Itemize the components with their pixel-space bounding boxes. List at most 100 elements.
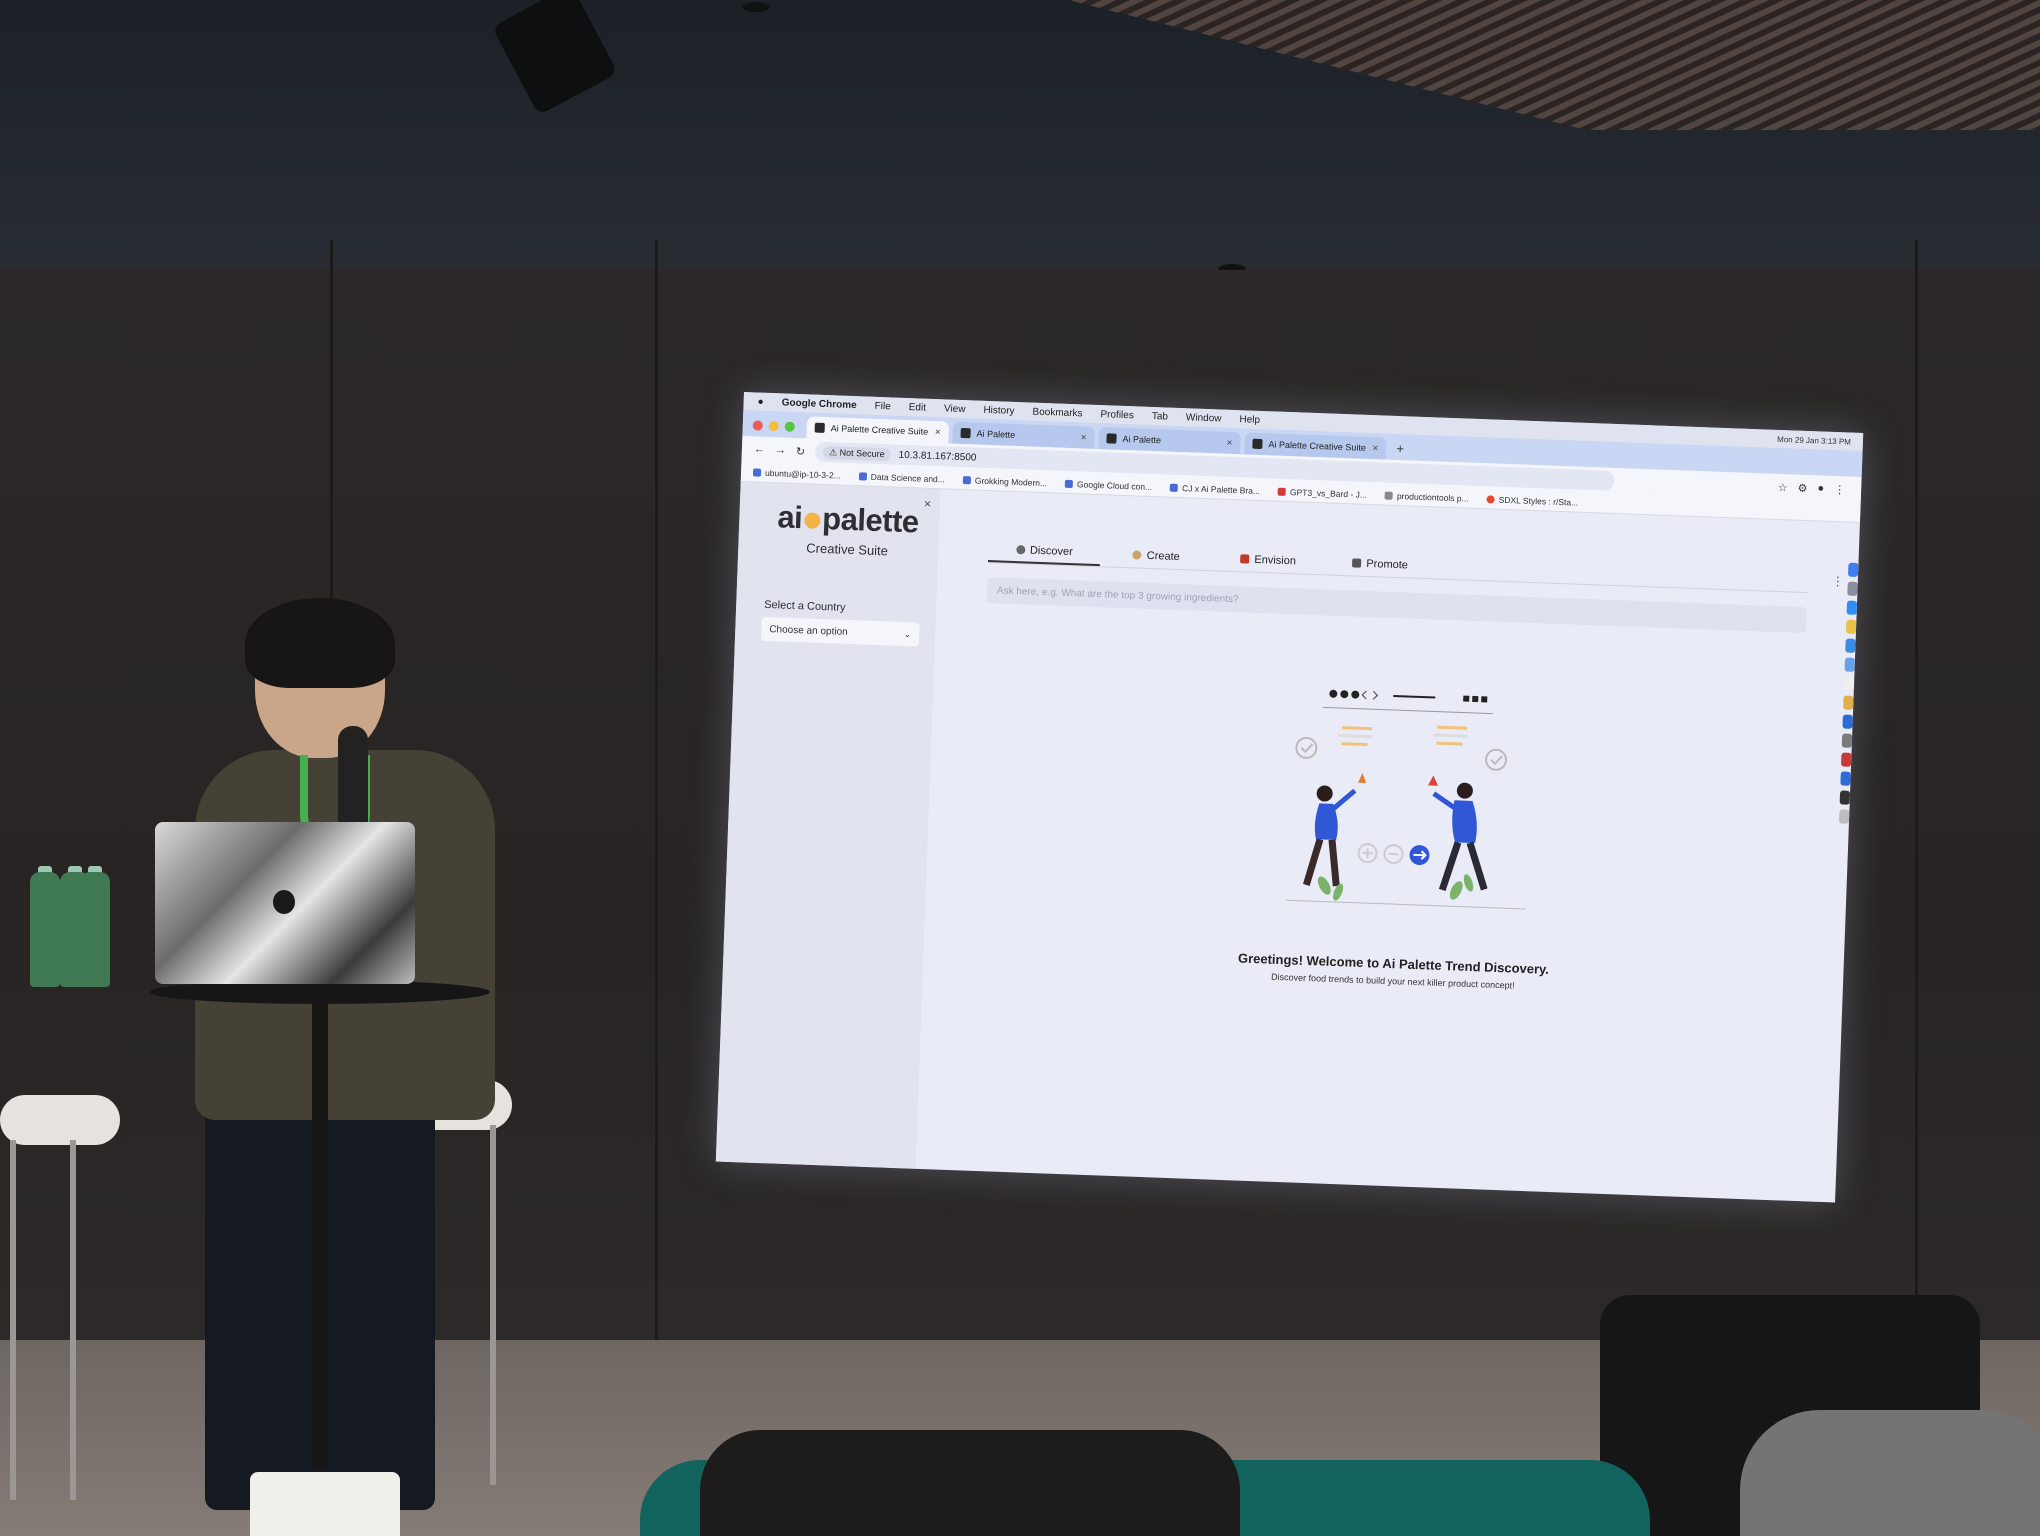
bookmark-item[interactable]: Grokking Modern... xyxy=(962,475,1048,488)
tab-close-icon[interactable]: × xyxy=(1081,432,1087,443)
tab-favicon-icon xyxy=(814,422,825,433)
microphone xyxy=(338,726,368,831)
tab-promote[interactable]: Promote xyxy=(1324,549,1437,578)
logo-text-left: ai xyxy=(776,499,803,536)
stool-leg xyxy=(10,1140,16,1500)
browser-mockup-icon xyxy=(1322,689,1493,715)
presenter-hair xyxy=(245,598,395,688)
tab-envision[interactable]: Envision xyxy=(1212,545,1325,574)
bookmark-icon xyxy=(1169,483,1179,492)
bar-stool xyxy=(0,1095,120,1145)
bookmark-label: SDXL Styles : r/Sta... xyxy=(1498,494,1579,508)
main-more-icon[interactable]: ⋮ xyxy=(1832,574,1845,588)
safari-icon[interactable] xyxy=(1846,600,1858,615)
tab-discover[interactable]: Discover xyxy=(987,537,1101,567)
tab-close-icon[interactable]: × xyxy=(1226,437,1232,448)
tab-label: Envision xyxy=(1254,553,1297,567)
tab-close-icon[interactable]: × xyxy=(935,427,941,438)
app-icon[interactable] xyxy=(1841,752,1852,767)
tab-label: Discover xyxy=(1029,544,1073,558)
not-secure-badge[interactable]: ⚠ Not Secure xyxy=(822,445,891,461)
wall-seam xyxy=(1915,240,1918,1360)
tab-title: Ai Palette xyxy=(1122,433,1162,446)
calendar-icon[interactable] xyxy=(1844,657,1856,672)
settings-icon[interactable] xyxy=(1841,733,1853,748)
menu-bookmarks[interactable]: Bookmarks xyxy=(1032,406,1082,419)
tab-close-icon[interactable]: × xyxy=(1372,443,1378,454)
toolbar-actions: ☆ ⚙ ● ⋮ xyxy=(1778,480,1862,496)
menu-window[interactable]: Window xyxy=(1186,412,1222,424)
menu-profiles[interactable]: Profiles xyxy=(1100,409,1134,421)
forward-arrow-icon[interactable]: → xyxy=(775,444,786,456)
minimize-window-icon[interactable] xyxy=(768,420,779,432)
reddit-icon xyxy=(1486,494,1495,504)
mail-icon[interactable] xyxy=(1845,638,1856,653)
tab-favicon-icon xyxy=(1106,433,1117,444)
tab-title: Ai Palette Creative Suite xyxy=(830,423,929,437)
country-select-value: Choose an option xyxy=(769,623,848,638)
app-store-icon[interactable] xyxy=(1842,714,1853,729)
app-menu[interactable]: Google Chrome xyxy=(781,397,856,411)
kebab-menu-icon[interactable]: ⋮ xyxy=(1834,483,1845,496)
apple-menu-icon[interactable]: ● xyxy=(757,396,763,407)
wall-seam xyxy=(655,240,658,1360)
zoom-window-icon[interactable] xyxy=(784,421,795,432)
bookmark-icon xyxy=(962,475,972,484)
menu-file[interactable]: File xyxy=(874,400,891,412)
bookmark-label: Google Cloud con... xyxy=(1076,478,1153,492)
bookmark-item[interactable]: productiontools p... xyxy=(1384,490,1469,503)
menu-view[interactable]: View xyxy=(944,403,966,415)
bookmark-item[interactable]: ubuntu@ip-10-3-2... xyxy=(752,467,841,481)
notes-icon[interactable] xyxy=(1843,676,1855,691)
bookmark-item[interactable]: GPT3_vs_Bard - J... xyxy=(1277,486,1367,499)
extensions-icon[interactable]: ⚙ xyxy=(1797,481,1807,494)
bookmark-label: ubuntu@ip-10-3-2... xyxy=(764,467,841,481)
reload-icon[interactable]: ↻ xyxy=(796,444,806,457)
apple-logo xyxy=(273,890,295,914)
bookmark-label: Data Science and... xyxy=(870,471,946,484)
country-label: Select a Country xyxy=(763,598,846,614)
logo-subtitle: Creative Suite xyxy=(806,540,889,559)
document-icon xyxy=(1384,491,1394,500)
close-window-icon[interactable] xyxy=(752,420,763,431)
profile-icon[interactable]: ● xyxy=(1817,482,1824,495)
bookmark-icon xyxy=(858,471,867,481)
bookmark-icon xyxy=(1277,487,1287,496)
bookmark-item[interactable]: SDXL Styles : r/Sta... xyxy=(1486,494,1579,508)
country-select[interactable]: Choose an option ⌄ xyxy=(760,616,920,647)
chrome-icon[interactable] xyxy=(1845,619,1857,634)
bookmark-item[interactable]: CJ x Ai Palette Bra... xyxy=(1169,482,1260,495)
launchpad-icon[interactable] xyxy=(1847,581,1858,596)
ceiling-sprinkler xyxy=(742,2,770,12)
url-text[interactable]: 10.3.81.167:8500 xyxy=(898,449,976,463)
vscode-icon[interactable] xyxy=(1840,771,1851,786)
menubar-clock[interactable]: Mon 29 Jan 3:13 PM xyxy=(1777,434,1863,446)
flag-icon xyxy=(1352,558,1362,568)
star-icon[interactable]: ☆ xyxy=(1778,480,1788,493)
chevron-down-icon: ⌄ xyxy=(903,628,912,639)
water-bottle xyxy=(80,872,110,987)
terminal-icon[interactable] xyxy=(1839,790,1851,805)
grey-chair xyxy=(1740,1410,2040,1536)
logo-text-right: palette xyxy=(821,500,920,540)
bookmark-item[interactable]: Data Science and... xyxy=(858,471,946,484)
bookmark-label: Grokking Modern... xyxy=(974,475,1048,488)
menu-help[interactable]: Help xyxy=(1239,414,1260,426)
reminders-icon[interactable] xyxy=(1843,695,1854,710)
back-arrow-icon[interactable]: ← xyxy=(754,443,765,455)
menu-edit[interactable]: Edit xyxy=(909,402,927,414)
welcome-illustration xyxy=(1285,689,1526,910)
coffee-cup xyxy=(250,1472,400,1536)
window-controls xyxy=(752,420,795,432)
sidebar-close-icon[interactable]: × xyxy=(924,497,932,511)
new-tab-icon[interactable]: + xyxy=(1390,441,1410,461)
finder-icon[interactable] xyxy=(1847,562,1859,577)
menu-history[interactable]: History xyxy=(983,404,1015,416)
tab-create[interactable]: Create xyxy=(1100,541,1213,570)
menu-tab[interactable]: Tab xyxy=(1152,410,1169,422)
tab-favicon-icon xyxy=(1252,438,1263,450)
tab-favicon-icon xyxy=(960,427,971,439)
bookmark-item[interactable]: Google Cloud con... xyxy=(1064,478,1153,492)
table-leg xyxy=(312,1000,328,1470)
trash-icon[interactable] xyxy=(1838,809,1850,824)
